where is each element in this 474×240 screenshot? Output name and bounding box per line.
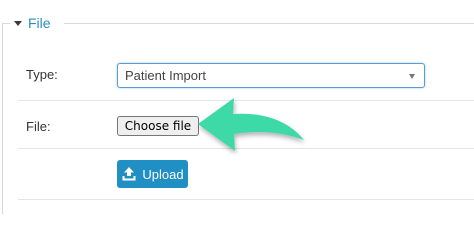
type-select-value: Patient Import [125,68,206,83]
upload-icon [122,167,136,181]
choose-file-button[interactable]: Choose file [117,116,199,136]
fieldset-border-left-segment [2,23,10,24]
file-label: File: [26,119,51,134]
file-section-legend: File [28,15,51,31]
upload-button-label: Upload [142,166,184,182]
fieldset-border-right-segment [64,23,474,24]
caret-down-icon [14,20,22,26]
dropdown-arrow-icon [409,74,415,79]
file-section-toggle[interactable]: File [14,14,51,32]
fieldset-border-side [2,23,3,214]
type-label: Type: [26,67,58,82]
row-divider [18,199,474,200]
type-select[interactable]: Patient Import [117,63,425,88]
upload-button[interactable]: Upload [117,160,188,188]
green-arrow-icon [198,98,304,151]
